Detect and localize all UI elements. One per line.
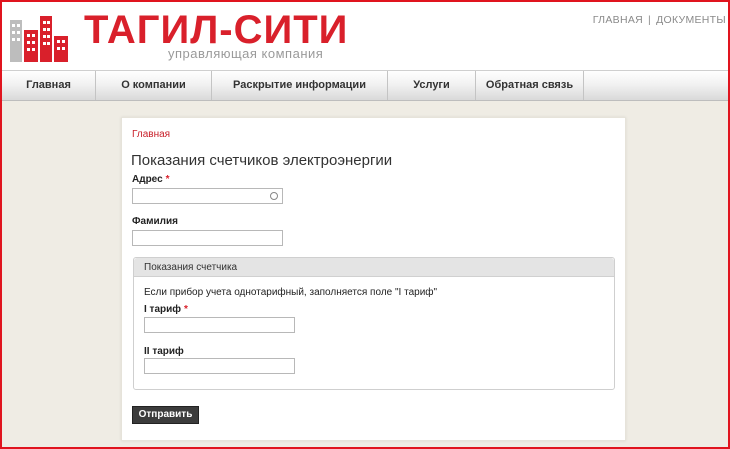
autocomplete-circle-icon — [270, 192, 278, 200]
nav-item-feedback[interactable]: Обратная связь — [476, 71, 584, 100]
content-panel: Главная Показания счетчиков электроэнерг… — [121, 117, 626, 441]
required-mark: * — [184, 304, 188, 315]
surname-label: Фамилия — [132, 216, 178, 227]
tariff1-input[interactable] — [145, 321, 294, 336]
address-label-text: Адрес — [132, 174, 163, 185]
tariff2-field[interactable] — [144, 358, 295, 377]
address-field[interactable] — [132, 188, 283, 207]
main-nav: Главная О компании Раскрытие информации … — [2, 70, 728, 101]
tariff1-field[interactable] — [144, 317, 295, 336]
breadcrumb[interactable]: Главная — [132, 129, 170, 140]
surname-field[interactable] — [132, 230, 283, 249]
tariff2-label: II тариф — [144, 346, 184, 357]
required-mark: * — [165, 174, 170, 185]
top-link-home[interactable]: ГЛАВНАЯ — [593, 14, 643, 26]
tariff-hint: Если прибор учета однотарифный, заполняе… — [144, 287, 438, 298]
nav-item-home[interactable]: Главная — [2, 71, 96, 100]
top-links: ГЛАВНАЯ | ДОКУМЕНТЫ — [593, 14, 726, 26]
site-header: ТАГИЛ-СИТИ управляющая компания ГЛАВНАЯ |… — [2, 2, 728, 70]
address-label: Адрес * — [132, 174, 170, 185]
tariff1-label: I тариф * — [144, 304, 188, 315]
tariff1-label-text: I тариф — [144, 304, 182, 315]
city-buildings-icon — [10, 16, 68, 62]
logo-subtitle: управляющая компания — [168, 46, 324, 61]
page-title: Показания счетчиков электроэнергии — [131, 152, 393, 169]
top-link-documents[interactable]: ДОКУМЕНТЫ — [656, 14, 726, 26]
address-input[interactable] — [133, 192, 282, 207]
meter-readings-fieldset: Показания счетчика Если прибор учета одн… — [133, 257, 615, 390]
nav-item-services[interactable]: Услуги — [388, 71, 476, 100]
tariff2-input[interactable] — [145, 362, 294, 377]
top-link-separator: | — [648, 14, 652, 26]
nav-item-disclosure[interactable]: Раскрытие информации — [212, 71, 388, 100]
nav-item-about[interactable]: О компании — [96, 71, 212, 100]
surname-input[interactable] — [133, 234, 282, 249]
submit-button[interactable]: Отправить — [132, 406, 199, 424]
fieldset-legend: Показания счетчика — [134, 258, 614, 277]
